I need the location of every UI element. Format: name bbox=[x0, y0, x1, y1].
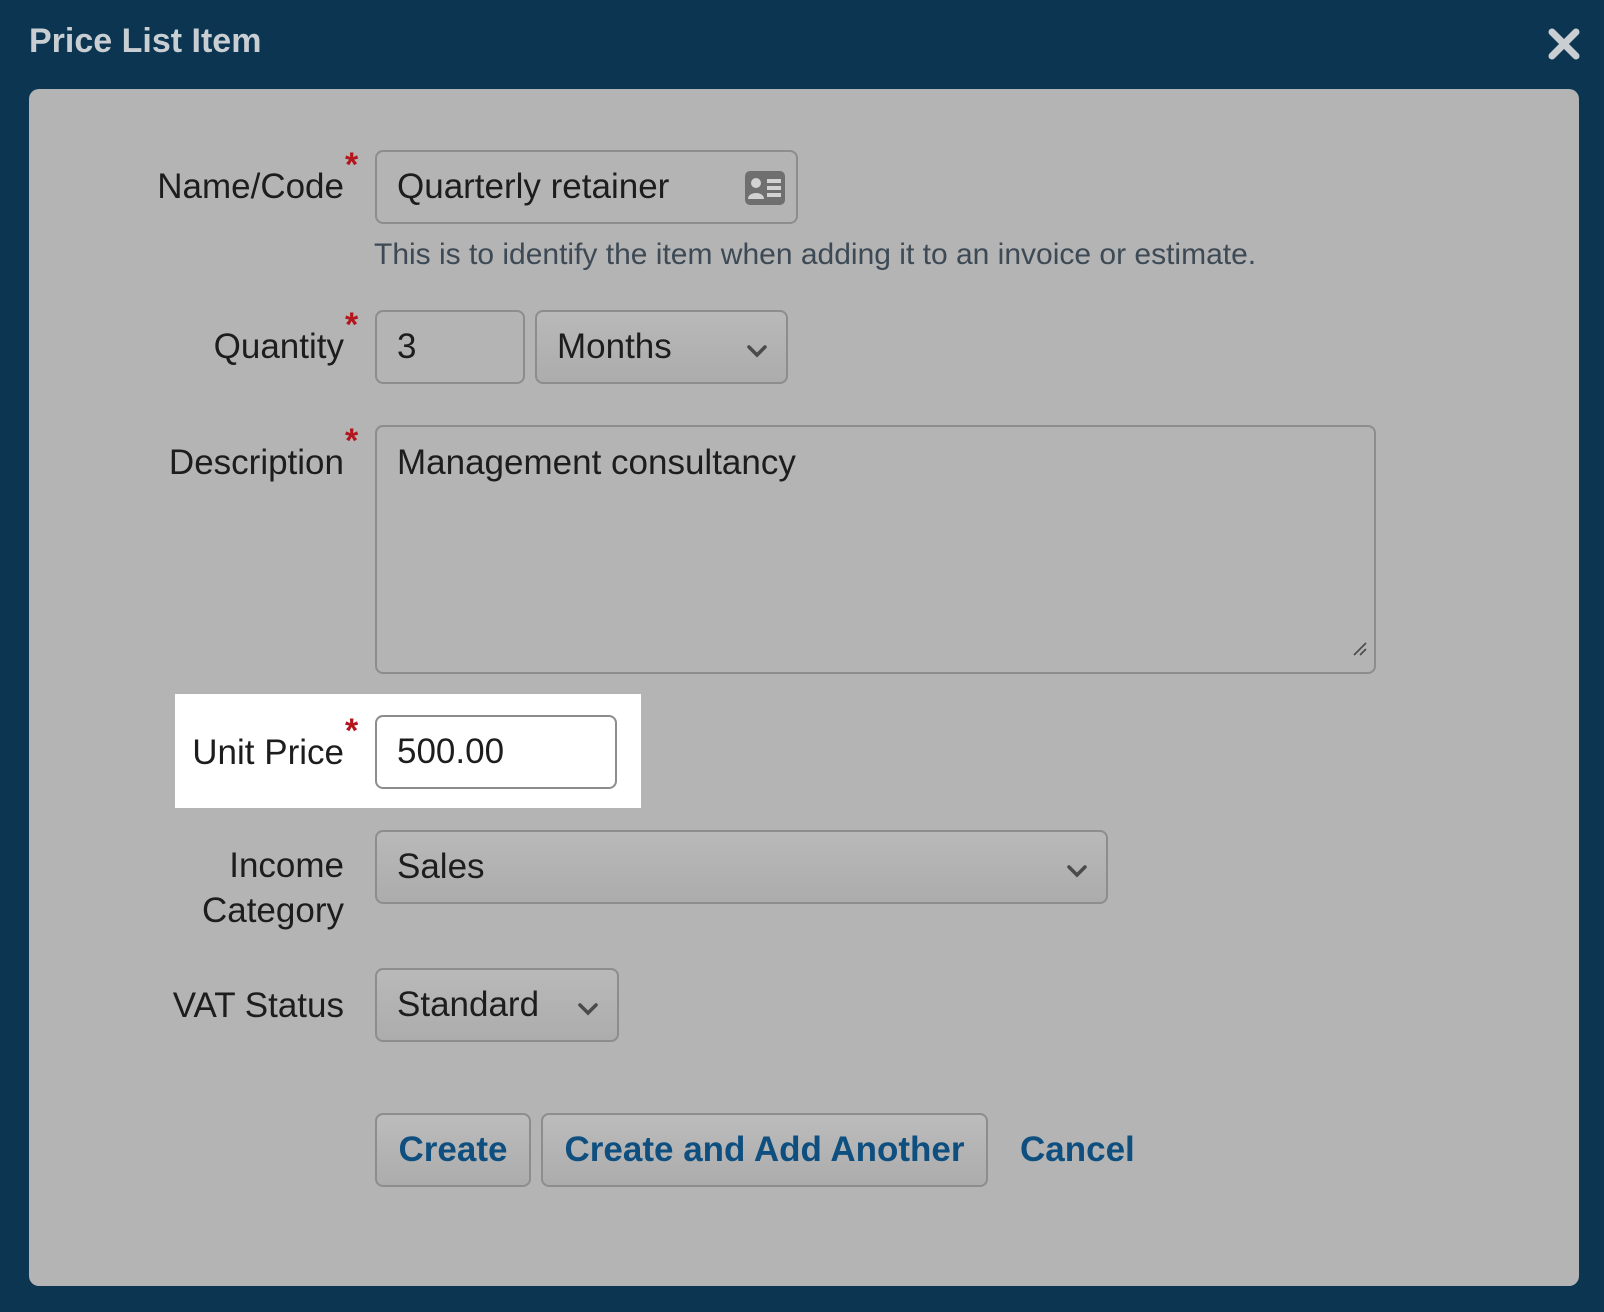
chevron-down-icon bbox=[746, 327, 768, 367]
vat-status-select[interactable]: Standard bbox=[375, 968, 619, 1042]
description-value: Management consultancy bbox=[397, 443, 796, 482]
name-code-help: This is to identify the item when adding… bbox=[374, 238, 1257, 271]
name-code-value: Quarterly retainer bbox=[397, 167, 670, 206]
vat-status-label: VAT Status bbox=[172, 986, 344, 1025]
quantity-unit-select[interactable]: Months bbox=[535, 310, 788, 384]
income-category-value: Sales bbox=[397, 847, 485, 886]
chevron-down-icon bbox=[1066, 847, 1088, 887]
contact-card-icon[interactable] bbox=[744, 170, 786, 215]
dialog-title: Price List Item bbox=[29, 22, 262, 60]
name-code-label: Name/Code bbox=[157, 167, 344, 206]
unit-price-value: 500.00 bbox=[397, 732, 505, 771]
income-category-label-line1: Income bbox=[229, 846, 344, 885]
create-button[interactable]: Create bbox=[375, 1113, 531, 1187]
create-and-add-another-button[interactable]: Create and Add Another bbox=[541, 1113, 988, 1187]
vat-status-value: Standard bbox=[397, 985, 540, 1024]
name-code-input[interactable]: Quarterly retainer bbox=[375, 150, 798, 224]
income-category-select[interactable]: Sales bbox=[375, 830, 1108, 904]
cancel-link[interactable]: Cancel bbox=[1020, 1130, 1135, 1170]
required-marker: * bbox=[345, 712, 359, 750]
required-marker: * bbox=[345, 146, 359, 184]
income-category-label: Income Category bbox=[202, 843, 344, 933]
income-category-label-line2: Category bbox=[201, 891, 344, 930]
quantity-value: 3 bbox=[397, 327, 417, 366]
description-label: Description bbox=[168, 443, 344, 482]
required-marker: * bbox=[345, 422, 359, 460]
resize-handle-icon[interactable] bbox=[1352, 626, 1368, 666]
quantity-unit-value: Months bbox=[557, 327, 672, 366]
unit-price-label: Unit Price bbox=[192, 733, 344, 772]
description-textarea[interactable]: Management consultancy bbox=[375, 425, 1376, 674]
dialog-titlebar: Price List Item bbox=[0, 0, 1604, 90]
quantity-label: Quantity bbox=[213, 327, 344, 366]
unit-price-input[interactable]: 500.00 bbox=[375, 715, 617, 789]
required-marker: * bbox=[345, 306, 359, 344]
close-icon[interactable] bbox=[1546, 26, 1582, 62]
chevron-down-icon bbox=[577, 985, 599, 1025]
quantity-input[interactable]: 3 bbox=[375, 310, 525, 384]
